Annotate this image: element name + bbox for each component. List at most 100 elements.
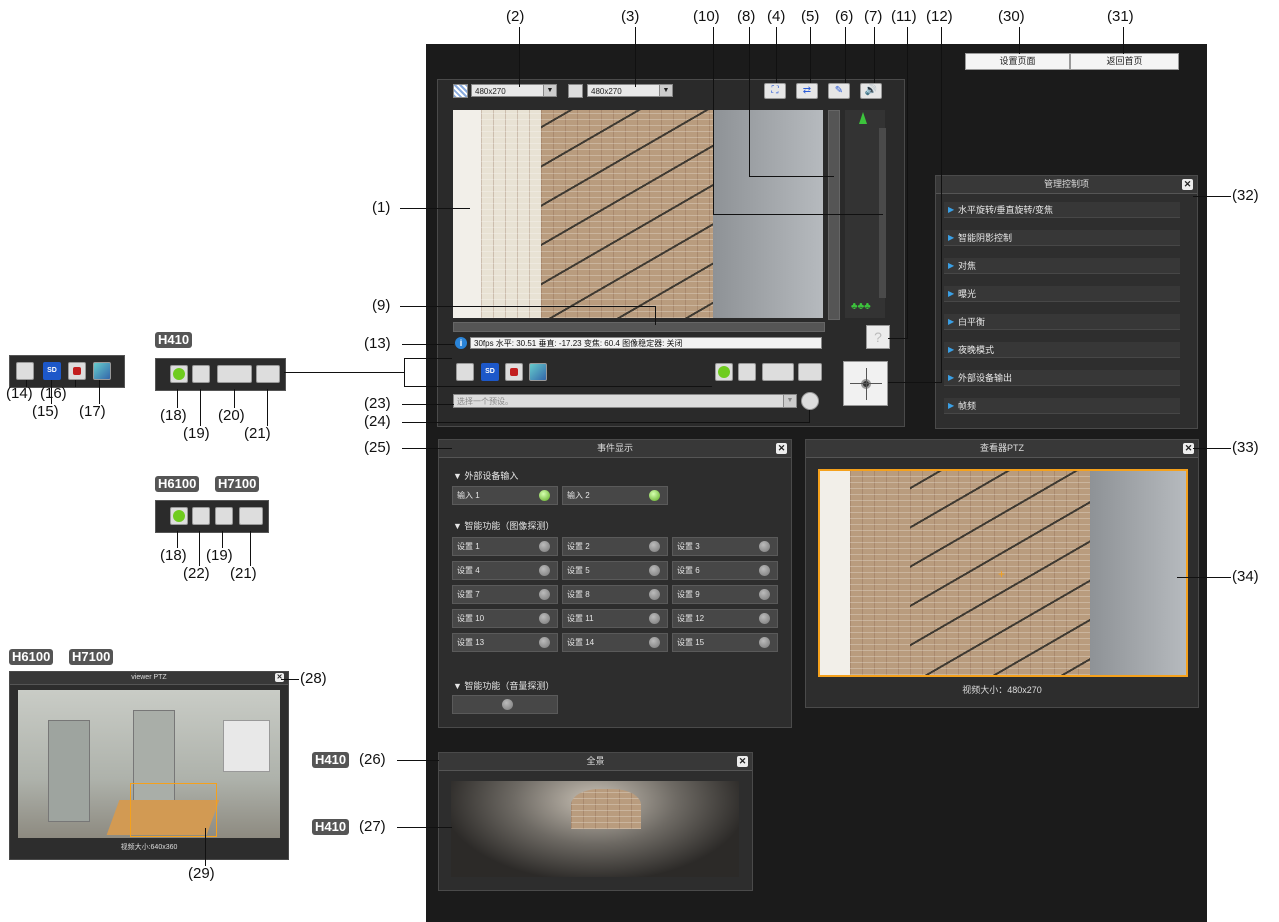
close-icon[interactable]: ✕ [776, 443, 787, 454]
leader-line [776, 27, 777, 83]
input-label: 输入 1 [457, 491, 480, 500]
event-led-icon[interactable] [170, 365, 188, 383]
admin-item-focus[interactable]: ▶ 对焦 [944, 258, 1180, 274]
leader-line [234, 389, 235, 408]
admin-item-label: 对焦 [958, 261, 977, 271]
admin-item-exposure[interactable]: ▶ 曝光 [944, 286, 1180, 302]
detect-setting-2: 设置 2 [562, 537, 668, 556]
callout-32: (32) [1232, 187, 1259, 204]
record-dot [510, 368, 518, 376]
detect-setting-label: 设置 4 [457, 566, 480, 575]
detect-setting-label: 设置 2 [567, 542, 590, 551]
pan-slider[interactable] [453, 322, 825, 332]
leader-line [655, 306, 656, 325]
event-led-icon[interactable] [715, 363, 733, 381]
small-ptz-video-size: 视频大小:640x360 [120, 844, 178, 851]
admin-item-wb[interactable]: ▶ 白平衡 [944, 314, 1180, 330]
detect-setting-label: 设置 9 [677, 590, 700, 599]
keyboard-icon[interactable] [801, 392, 819, 410]
detect-setting-label: 设置 13 [457, 638, 485, 647]
brick-wall [481, 110, 541, 318]
close-icon[interactable]: ✕ [1182, 179, 1193, 190]
small-ptz-frame[interactable] [18, 690, 280, 838]
callout-34: (34) [1232, 568, 1259, 585]
callout-31: (31) [1107, 8, 1134, 25]
focus-box[interactable] [130, 783, 217, 837]
admin-item-label: 外部设备输出 [958, 373, 1013, 383]
leader-line [519, 27, 520, 87]
panorama-icon[interactable] [762, 363, 794, 381]
callout-2: (2) [506, 8, 525, 25]
control-privilege-button[interactable]: ⇄ [796, 83, 818, 99]
callout-16: (16) [40, 385, 67, 402]
model-badge-h6100: H6100 [155, 476, 200, 492]
record-icon[interactable] [505, 363, 523, 381]
detect-setting-4: 设置 4 [452, 561, 558, 580]
close-icon[interactable]: ✕ [275, 673, 284, 682]
admin-item-shade[interactable]: ▶ 智能阴影控制 [944, 230, 1180, 246]
callout-22: (22) [183, 565, 210, 582]
detect-setting-3: 设置 3 [672, 537, 778, 556]
recorded-video-icon[interactable] [529, 363, 547, 381]
back-to-home-button[interactable]: 返回首页 [1070, 53, 1179, 70]
ptz-panel-icon[interactable] [192, 365, 210, 383]
ptz-panel-icon[interactable] [738, 363, 756, 381]
admin-controls-icon[interactable] [239, 507, 263, 525]
help-icon[interactable]: ? [866, 325, 890, 349]
led-icon [649, 589, 660, 600]
admin-controls-icon[interactable] [798, 363, 822, 381]
audio-button[interactable]: 🔊 [860, 83, 882, 99]
admin-panel-title: 管理控制项 [936, 176, 1197, 194]
callout-6: (6) [835, 8, 854, 25]
ptz-pad[interactable] [843, 361, 888, 406]
tools-button[interactable]: ✎ [828, 83, 850, 99]
snapshot-icon[interactable] [456, 363, 474, 381]
detect-setting-label: 设置 8 [567, 590, 590, 599]
callout-18: (18) [160, 407, 187, 424]
settings-page-button[interactable]: 设置页面 [965, 53, 1070, 70]
display-size-dropdown[interactable]: 480x270 ▼ [587, 84, 673, 97]
audio-detect-heading: ▼ 智能功能（音量探测） [453, 681, 555, 691]
leader-line [713, 214, 883, 215]
camera-control-icon[interactable] [192, 507, 210, 525]
sd-card-icon[interactable]: SD [43, 362, 61, 380]
tilt-slider[interactable] [828, 110, 840, 320]
callout-27: (27) [359, 818, 386, 835]
panorama-image[interactable] [451, 781, 739, 877]
event-led-icon[interactable] [170, 507, 188, 525]
event-display-panel: 事件显示 ✕ ▼ 外部设备输入 输入 1 输入 2 ▼ 智能功能（图像探测） ▼… [438, 439, 792, 728]
input-label: 输入 2 [567, 491, 590, 500]
preset-dropdown[interactable]: 选择一个预设。 ▼ [453, 394, 797, 408]
zoom-wide-icon: ♣♣♣ [851, 301, 871, 312]
triangle-right-icon: ▶ [948, 233, 955, 242]
input-2: 输入 2 [562, 486, 668, 505]
admin-item-night[interactable]: ▶ 夜晚模式 [944, 342, 1180, 358]
admin-item-label: 白平衡 [958, 317, 986, 327]
small-ptz-panel: viewer PTZ ✕ 视频大小:640x360 [9, 671, 289, 860]
callout-9: (9) [372, 297, 391, 314]
full-screen-button[interactable]: ⛶ [764, 83, 786, 99]
record-icon[interactable] [68, 362, 86, 380]
detect-setting-11: 设置 11 [562, 609, 668, 628]
ptz-preview-frame[interactable]: + [818, 469, 1188, 677]
detect-setting-label: 设置 5 [567, 566, 590, 575]
crosshair-v [866, 368, 867, 400]
receive-size-dropdown[interactable]: 480x270 ▼ [471, 84, 557, 97]
admin-controls-icon[interactable] [256, 365, 280, 383]
admin-item-ptz[interactable]: ▶ 水平旋转/垂直旋转/变焦 [944, 202, 1180, 218]
zoom-track[interactable] [879, 128, 886, 298]
callout-29: (29) [188, 865, 215, 882]
leader-line [222, 531, 223, 548]
snapshot-icon[interactable] [16, 362, 34, 380]
sd-card-icon[interactable]: SD [481, 363, 499, 381]
admin-item-output[interactable]: ▶ 外部设备输出 [944, 370, 1180, 386]
callout-17: (17) [79, 403, 106, 420]
leader-line [1019, 27, 1020, 54]
recorded-video-icon[interactable] [93, 362, 111, 380]
panorama-icon[interactable] [217, 365, 252, 383]
admin-item-framerate[interactable]: ▶ 帧频 [944, 398, 1180, 414]
close-icon[interactable]: ✕ [737, 756, 748, 767]
ptz-panel-icon[interactable] [215, 507, 233, 525]
leader-line [1123, 27, 1124, 54]
admin-item-label: 帧频 [958, 401, 977, 411]
